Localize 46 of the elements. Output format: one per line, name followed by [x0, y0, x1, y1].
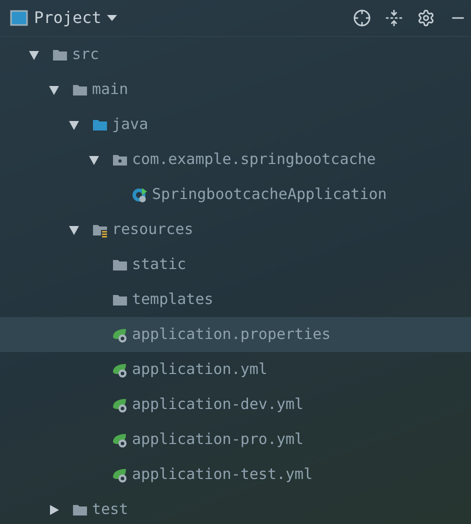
tree-row[interactable]: application-pro.yml	[0, 422, 471, 457]
spring-config-icon	[111, 362, 129, 378]
tree-row[interactable]: java	[0, 107, 471, 142]
tree-row[interactable]: templates	[0, 282, 471, 317]
tree-row[interactable]: SpringbootcacheApplication	[0, 177, 471, 212]
spring-config-icon	[111, 466, 129, 482]
expand-arrow-icon[interactable]	[88, 154, 100, 166]
tree-label: templates	[132, 289, 214, 310]
expand-arrow-icon[interactable]	[68, 118, 80, 130]
tree-row[interactable]: src	[0, 37, 471, 72]
tree-row[interactable]: application.yml	[0, 352, 471, 387]
spring-class-icon	[131, 186, 149, 202]
expand-arrow-icon[interactable]	[48, 504, 60, 516]
tree-row[interactable]: test	[0, 492, 471, 524]
tree-row[interactable]: com.example.springbootcache	[0, 142, 471, 177]
tree-label: java	[112, 114, 148, 136]
project-view-dropdown[interactable]: Project	[34, 6, 118, 30]
collapse-all-icon[interactable]	[385, 9, 403, 27]
tree-row[interactable]: static	[0, 247, 471, 282]
tree-row[interactable]: application.properties	[0, 317, 471, 352]
expand-arrow-icon[interactable]	[68, 224, 80, 236]
tree-label: test	[92, 499, 128, 520]
locate-icon[interactable]	[353, 9, 371, 27]
tree-label: SpringbootcacheApplication	[152, 184, 387, 206]
tree-label: application-test.yml	[132, 464, 313, 486]
project-window-icon	[10, 10, 28, 26]
tree-label: application-pro.yml	[132, 429, 304, 450]
tree-label: src	[72, 44, 100, 66]
expand-arrow-icon[interactable]	[28, 48, 40, 60]
spring-config-icon	[111, 326, 129, 342]
settings-icon[interactable]	[417, 9, 435, 27]
caret-icon	[107, 15, 118, 21]
expand-arrow-icon[interactable]	[48, 84, 60, 96]
tree-row[interactable]: application-dev.yml	[0, 387, 471, 422]
tree-label: main	[92, 79, 128, 100]
tree-row[interactable]: main	[0, 72, 471, 107]
tree-label: static	[132, 254, 186, 276]
tree-row[interactable]: resources	[0, 212, 471, 247]
tree-row[interactable]: application-test.yml	[0, 457, 471, 492]
tree-label: com.example.springbootcache	[132, 149, 376, 170]
tree-label: resources	[112, 219, 194, 240]
tree-label: application-dev.yml	[132, 394, 304, 416]
spring-config-icon	[111, 396, 129, 412]
spring-config-icon	[111, 432, 129, 448]
tree-label: application.properties	[132, 324, 331, 346]
tree-label: application.yml	[132, 359, 268, 380]
